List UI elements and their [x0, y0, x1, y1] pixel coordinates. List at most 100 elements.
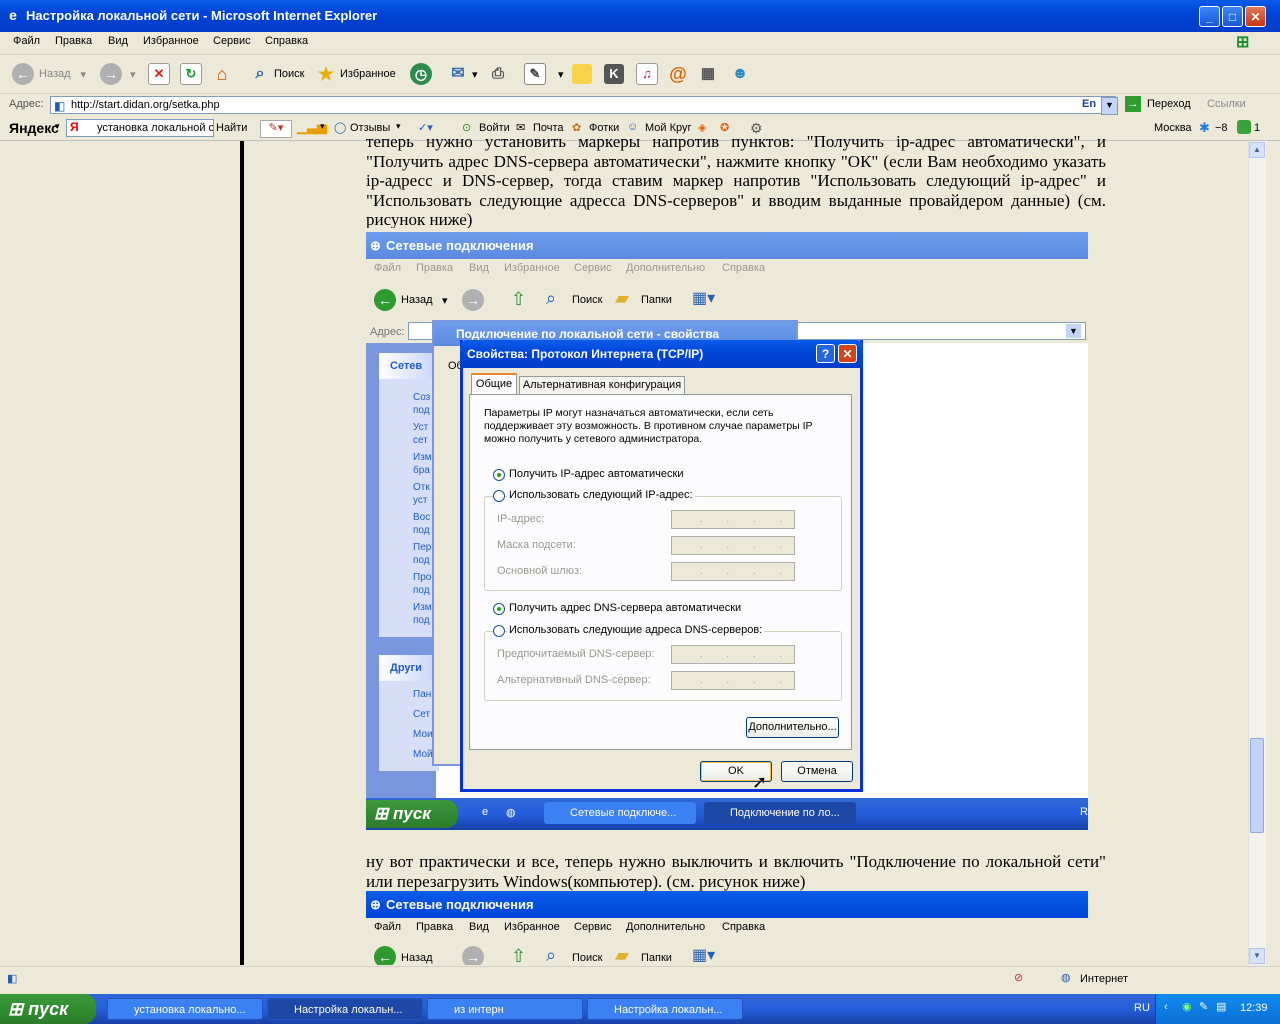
media-button[interactable]: ▦ — [698, 61, 718, 87]
shot1-menu-file: Файл — [374, 262, 402, 274]
menu-file[interactable]: Файл — [13, 35, 40, 47]
back-arrow-icon: ← — [374, 946, 396, 965]
menu-tools[interactable]: Сервис — [213, 35, 251, 47]
pen-icon[interactable]: ✎▾ — [260, 120, 292, 138]
vertical-scrollbar[interactable]: ▲ ▼ — [1248, 141, 1266, 965]
address-dropdown-button[interactable]: ▼ — [1101, 97, 1118, 115]
shot1-other-item: Пан — [413, 689, 432, 700]
edit-button[interactable]: ✎ ▾ — [524, 61, 564, 87]
minimize-button[interactable]: _ — [1199, 6, 1220, 27]
forward-button[interactable]: → ▾ — [100, 61, 136, 87]
city-label: Москва — [1154, 122, 1192, 134]
print-button[interactable]: ⎙ — [488, 61, 508, 87]
shot1-menu-tools: Сервис — [574, 262, 612, 274]
shot1-side-title: Сетев — [379, 353, 439, 379]
stop-button[interactable]: ✕ — [148, 61, 170, 87]
task-editor[interactable]: Настройка локальн... — [587, 998, 743, 1020]
task-ie-1[interactable]: установка локально... — [107, 998, 263, 1020]
network-icon: ⊕ — [370, 238, 381, 253]
chevron-down-icon[interactable]: ▾ — [320, 121, 325, 132]
windows-flag-icon: ⊞ — [8, 999, 24, 1019]
menu-help[interactable]: Справка — [265, 35, 308, 47]
lang-indicator[interactable]: RU — [1134, 1002, 1150, 1014]
links-label[interactable]: Ссылки — [1207, 98, 1246, 110]
shot1-start-button: ⊞ пуск — [366, 800, 458, 828]
address-input[interactable]: ◧ http://start.didan.org/setka.php — [50, 96, 1116, 114]
yandex-search-input[interactable]: Я установка локальной с — [66, 119, 214, 137]
help-button[interactable]: ? — [816, 344, 835, 363]
scroll-up-button[interactable]: ▲ — [1249, 142, 1265, 158]
search-button[interactable]: ⌕ Поиск — [250, 61, 305, 87]
mail-button[interactable]: ✉ ▾ — [448, 61, 478, 87]
radio-manual-ip[interactable] — [493, 490, 505, 502]
alternate-dns-field: .... — [671, 671, 795, 690]
task-folder[interactable]: из интерн — [427, 998, 583, 1020]
shot1-menubar: Файл Правка Вид Избранное Сервис Дополни… — [366, 259, 1088, 279]
go-arrow-icon[interactable]: → — [1125, 96, 1141, 112]
search-label: Поиск — [274, 68, 305, 80]
back-label: Назад — [39, 68, 71, 80]
messenger-button[interactable]: ☻ — [730, 61, 750, 87]
at-button[interactable]: @ — [668, 61, 688, 87]
start-button[interactable]: ⊞ пуск — [0, 994, 96, 1024]
home-button[interactable]: ⌂ — [212, 61, 232, 87]
scroll-thumb[interactable] — [1250, 738, 1264, 833]
refresh-button[interactable]: ↻ — [180, 61, 202, 87]
tray-antivirus-icon[interactable]: ◉ — [1182, 1000, 1192, 1013]
ie-quicklaunch-icon: e — [482, 806, 489, 818]
task-ie-2[interactable]: Настройка локальн... — [267, 998, 423, 1020]
print-icon: ⎙ — [491, 65, 504, 82]
snow-icon: ✱ — [1199, 120, 1210, 135]
privacy-icon: ⊘ — [1014, 972, 1024, 984]
go-button[interactable]: Переход — [1147, 98, 1191, 110]
k-button[interactable]: K — [604, 61, 624, 87]
tab-alternate[interactable]: Альтернативная конфигурация — [519, 376, 685, 394]
tab-general[interactable]: Общие — [471, 373, 517, 395]
chevron-down-icon: ▾ — [472, 68, 478, 81]
menu-favorites[interactable]: Избранное — [143, 35, 199, 47]
music-button[interactable]: ♫ — [636, 61, 658, 87]
radio-auto-ip[interactable] — [493, 469, 505, 481]
folder-icon: ▰ — [615, 288, 629, 308]
menu-bar: Файл Правка Вид Избранное Сервис Справка… — [0, 32, 1280, 55]
dialog-close-button[interactable]: ✕ — [838, 344, 857, 363]
radio-manual-dns[interactable] — [493, 625, 505, 637]
yandex-find-button[interactable]: Найти — [216, 122, 247, 134]
network-icon: ⊕ — [370, 897, 381, 912]
shot1-other-item: Сет — [413, 709, 431, 720]
chevron-down-icon[interactable]: ▾ — [55, 121, 60, 132]
shot1-task-connection: Подключение по ло... — [704, 802, 856, 824]
yandex-logo[interactable]: Яндекс — [9, 120, 59, 136]
shot1-other-item: Мои — [413, 729, 433, 740]
ie-icon: e — [9, 7, 17, 23]
favorites-button[interactable]: ★ Избранное — [316, 61, 396, 87]
advanced-button[interactable]: Дополнительно... — [746, 717, 839, 738]
cancel-button[interactable]: Отмена — [781, 761, 853, 782]
history-button[interactable]: ◷ — [410, 61, 432, 87]
radio-auto-dns[interactable] — [493, 603, 505, 615]
tray-chevron-icon[interactable]: ‹ — [1164, 1001, 1168, 1013]
back-button[interactable]: ← Назад ▾ — [12, 61, 86, 87]
tcpip-titlebar: Свойства: Протокол Интернета (TCP/IP) ? … — [460, 340, 863, 368]
shot1-other-item: Мой — [413, 749, 433, 760]
views-icon: ▦▾ — [692, 947, 716, 964]
start-label: пуск — [28, 999, 69, 1019]
note-button[interactable] — [572, 61, 592, 87]
shot2-folders-label: Папки — [641, 952, 672, 964]
shot2-menu-edit: Правка — [416, 921, 454, 933]
notification-icon[interactable] — [1237, 120, 1251, 134]
menu-view[interactable]: Вид — [108, 35, 128, 47]
maximize-button[interactable]: □ — [1222, 6, 1243, 27]
address-bar: Адрес: ◧ http://start.didan.org/setka.ph… — [0, 94, 1280, 117]
chevron-down-icon[interactable]: ▾ — [396, 121, 401, 132]
shot1-taskbar: ⊞ пуск e ◍ Сетевые подключе... Подключен… — [366, 798, 1088, 830]
scroll-down-button[interactable]: ▼ — [1249, 948, 1265, 964]
shot1-menu-edit: Правка — [416, 262, 454, 274]
tray-network-icon[interactable]: ▤ — [1216, 1000, 1226, 1013]
yandex-ya-icon: Я — [70, 120, 79, 134]
menu-edit[interactable]: Правка — [55, 35, 92, 47]
k-icon: K — [604, 64, 624, 84]
tray-edit-icon[interactable]: ✎ — [1199, 1000, 1208, 1013]
close-button[interactable]: ✕ — [1245, 6, 1266, 27]
group-manual-dns — [484, 631, 842, 701]
